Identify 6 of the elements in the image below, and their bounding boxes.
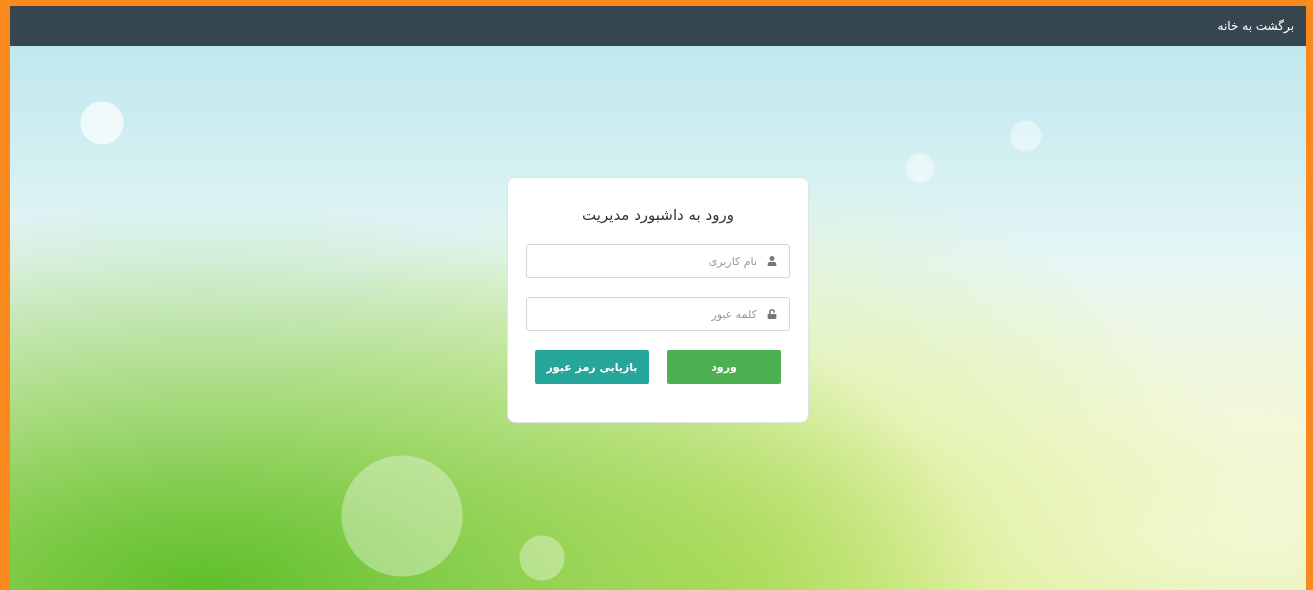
recover-password-button[interactable]: بازیابی رمز عبور — [535, 350, 649, 384]
login-title: ورود به داشبورد مدیریت — [581, 206, 735, 224]
password-field[interactable]: کلمه عبور — [526, 297, 790, 331]
username-field[interactable]: نام کاربری — [526, 244, 790, 278]
back-home-link[interactable]: برگشت به خانه — [1217, 19, 1294, 33]
login-button[interactable]: ورود — [667, 350, 781, 384]
